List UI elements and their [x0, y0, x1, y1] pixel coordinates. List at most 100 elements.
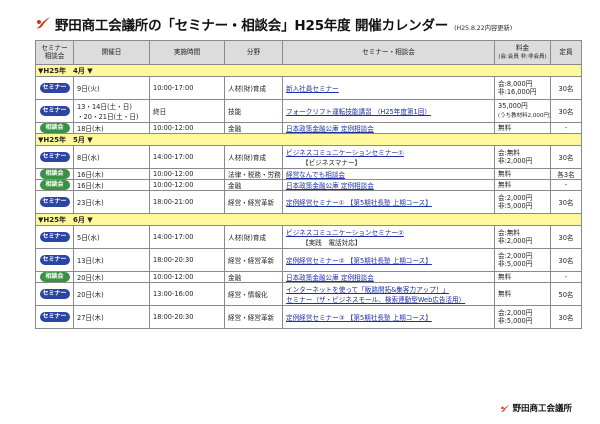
title-cell: ビジネスコミュニケーションセミナー② 【実践 電話対応】: [282, 225, 495, 249]
col-header-capacity: 定員: [550, 40, 582, 65]
date-text: 20日(木): [77, 274, 104, 282]
time-cell: 18:00-20:30: [149, 305, 225, 329]
fee-text: 会:無料: [498, 148, 521, 157]
seminar-badge: セミナー: [39, 197, 70, 207]
fee-text: 非:2,000円: [498, 237, 533, 245]
date-text: 8日(水): [77, 154, 100, 162]
seminar-badge: セミナー: [39, 83, 70, 93]
category-cell: セミナー: [35, 145, 74, 169]
col-header-field: 分野: [224, 40, 283, 65]
fee-text: 非:5,000円: [498, 260, 533, 268]
fee-text: 無料: [498, 289, 512, 298]
date-text: 20日(木): [77, 291, 104, 299]
title-cell: 定例経営セミナー① 【第5期社長塾 上期コース】: [282, 190, 495, 214]
month-band: ▼H25年 4月 ▼: [35, 64, 582, 77]
capacity-cell: 30名: [550, 248, 582, 272]
fee-cell: 会:2,000円 非:5,000円: [494, 305, 551, 329]
capacity-cell: -: [550, 271, 582, 283]
fee-cell: 無料: [494, 122, 551, 134]
col-header-fee: 料金 (会:会員 非:非会員): [494, 40, 551, 65]
table-row: セミナー 13日(木) 18:00-20:30 経営・経営革新 定例経営セミナー② 【第…: [35, 248, 582, 272]
title-cell: 定例経営セミナー② 【第5期社長塾 上期コース】: [282, 248, 495, 272]
date-cell: 16日(木): [73, 168, 150, 180]
event-title-link[interactable]: 日本政策金融公庫 定例相談会: [286, 182, 374, 190]
category-cell: セミナー: [35, 282, 74, 306]
field-cell: 人材(財)育成: [224, 76, 283, 100]
capacity-cell: 30名: [550, 145, 582, 169]
date-cell: 9日(火): [73, 76, 150, 100]
date-text: 23日(木): [77, 199, 104, 207]
time-cell: 14:00-17:00: [149, 225, 225, 249]
date-cell: 20日(木): [73, 282, 150, 306]
capacity-cell: 30名: [550, 190, 582, 214]
fee-text: 会:2,000円: [498, 308, 533, 317]
seminar-badge: セミナー: [39, 255, 70, 265]
capacity-cell: -: [550, 179, 582, 191]
consult-badge: 相談会: [39, 180, 70, 190]
title-cell: 日本政策金融公庫 定例相談会: [282, 179, 495, 191]
event-title-link[interactable]: ビジネスコミュニケーションセミナー②: [286, 229, 404, 237]
fee-cell: 会:2,000円 非:5,000円: [494, 190, 551, 214]
title-cell: 日本政策金融公庫 定例相談会: [282, 271, 495, 283]
field-cell: 金融: [224, 271, 283, 283]
date-text: 18日(木): [77, 125, 104, 133]
table-row: セミナー 27日(木) 18:00-20:30 経営・経営革新 定例経営セミナー③ 【第…: [35, 305, 582, 329]
title-cell: インターネットを使って「販路開拓&集客力アップ！」セミナー（ザ・ビジネスモール、…: [282, 282, 495, 306]
table-header-row: セミナー 相談会 開催日 実施時間 分野 セミナー・相談会 料金 (会:会員 非:非…: [35, 40, 582, 65]
fee-text: (うち教材料2,000円): [498, 112, 551, 119]
update-note: (H25.8.22内容更新): [454, 24, 513, 32]
event-title-link[interactable]: フォークリフト運転技能講習 （H25年度第1回）: [286, 108, 431, 116]
fee-cell: 会:無料 非:2,000円: [494, 225, 551, 249]
date-cell: 18日(木): [73, 122, 150, 134]
consult-badge: 相談会: [39, 272, 70, 282]
fee-text: 無料: [498, 272, 512, 281]
seminar-badge: セミナー: [39, 289, 70, 299]
fee-cell: 会:8,000円 非:16,000円: [494, 76, 551, 100]
time-cell: 10:00-12:00: [149, 271, 225, 283]
time-cell: 終日: [149, 99, 225, 123]
date-cell: 27日(木): [73, 305, 150, 329]
capacity-cell: 30名: [550, 305, 582, 329]
date-cell: 20日(木): [73, 271, 150, 283]
event-title-link[interactable]: インターネットを使って「販路開拓&集客力アップ！」: [286, 286, 449, 294]
event-title-link[interactable]: 定例経営セミナー③ 【第5期社長塾 上期コース】: [286, 314, 432, 322]
date-cell: 16日(木): [73, 179, 150, 191]
event-title-link[interactable]: 新入社員セミナー: [286, 85, 339, 93]
event-title-link[interactable]: 定例経営セミナー① 【第5期社長塾 上期コース】: [286, 199, 432, 207]
event-title-link[interactable]: 経営なんでも相談会: [286, 171, 345, 179]
event-title-link[interactable]: セミナー（ザ・ビジネスモール、検索連動型Web広告活用）: [286, 296, 465, 304]
date-text: 13・14日(土・日): [77, 103, 132, 111]
date-cell: 8日(水): [73, 145, 150, 169]
time-cell: 14:00-17:00: [149, 145, 225, 169]
field-cell: 経営・経営革新: [224, 248, 283, 272]
seminar-badge: セミナー: [39, 152, 70, 162]
seminar-calendar-table: セミナー 相談会 開催日 実施時間 分野 セミナー・相談会 料金 (会:会員 非:非…: [35, 40, 582, 329]
event-title-link[interactable]: ビジネスコミュニケーションセミナー①: [286, 149, 404, 157]
footer-org: 野田商工会議所: [500, 402, 572, 414]
event-title-link[interactable]: 日本政策金融公庫 定例相談会: [286, 274, 374, 282]
category-cell: 相談会: [35, 122, 74, 134]
time-cell: 10:00-17:00: [149, 76, 225, 100]
category-cell: セミナー: [35, 76, 74, 100]
month-label: ▼H25年 6月 ▼: [35, 213, 582, 226]
table-row: セミナー 20日(木) 13:00-16:00 経営・情報化 インターネットを使って「販…: [35, 282, 582, 306]
page-header: 野田商工会議所の「セミナー・相談会」H25年度 開催カレンダー (H25.8.22…: [35, 14, 575, 36]
event-title-link[interactable]: 日本政策金融公庫 定例相談会: [286, 125, 374, 133]
event-title-link[interactable]: 定例経営セミナー② 【第5期社長塾 上期コース】: [286, 257, 432, 265]
fee-cell: 会:無料 非:2,000円: [494, 145, 551, 169]
field-cell: 経営・経営革新: [224, 305, 283, 329]
capacity-cell: 各3名: [550, 168, 582, 180]
fee-text: 無料: [498, 180, 512, 189]
field-cell: 金融: [224, 122, 283, 134]
fee-text: 非:16,000円: [498, 88, 537, 96]
date-text: 16日(木): [77, 171, 104, 179]
fee-text: 会:2,000円: [498, 193, 533, 202]
table-row: セミナー 5日(水) 14:00-17:00 人材(財)育成 ビジネスコミュニケーション…: [35, 225, 582, 249]
table-row: 相談会 20日(木) 10:00-12:00 金融 日本政策金融公庫 定例相談会 無料 -: [35, 271, 582, 283]
capacity-cell: 50名: [550, 282, 582, 306]
field-cell: 経営・情報化: [224, 282, 283, 306]
title-cell: ビジネスコミュニケーションセミナー① 【ビジネスマナー】: [282, 145, 495, 169]
fee-text: 会:2,000円: [498, 251, 533, 260]
field-cell: 人材(財)育成: [224, 145, 283, 169]
month-band: ▼H25年 6月 ▼: [35, 213, 582, 226]
